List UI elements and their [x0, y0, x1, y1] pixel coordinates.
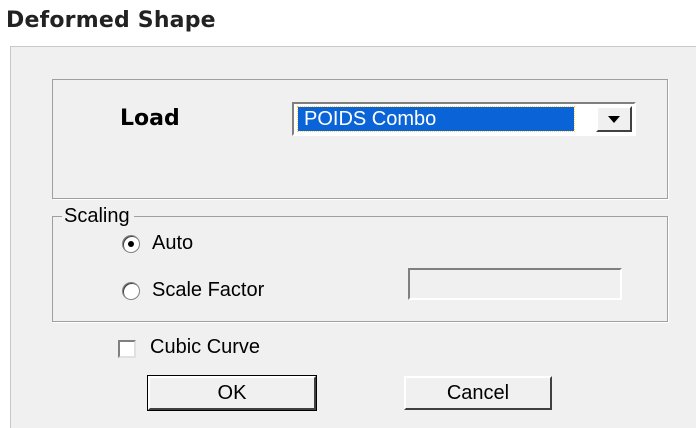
chevron-down-icon [608, 116, 620, 123]
load-panel [52, 79, 668, 199]
load-combo-value[interactable]: POIDS Combo [297, 106, 575, 132]
scale-factor-radio[interactable] [122, 282, 140, 300]
ok-button[interactable]: OK [147, 375, 317, 411]
dropdown-button[interactable] [596, 106, 632, 132]
radio-selected-dot [128, 241, 134, 247]
scale-factor-label[interactable]: Scale Factor [152, 279, 264, 302]
scaling-group-label: Scaling [62, 205, 134, 228]
load-label: Load [120, 106, 180, 131]
cubic-curve-checkbox[interactable] [118, 340, 136, 358]
cubic-curve-label[interactable]: Cubic Curve [150, 336, 260, 359]
load-combo[interactable]: POIDS Combo [292, 102, 636, 136]
scale-factor-input[interactable] [408, 268, 622, 300]
auto-label[interactable]: Auto [152, 232, 193, 255]
cancel-button[interactable]: Cancel [404, 376, 552, 410]
dialog-title: Deformed Shape [6, 8, 216, 33]
auto-radio[interactable] [122, 235, 140, 253]
